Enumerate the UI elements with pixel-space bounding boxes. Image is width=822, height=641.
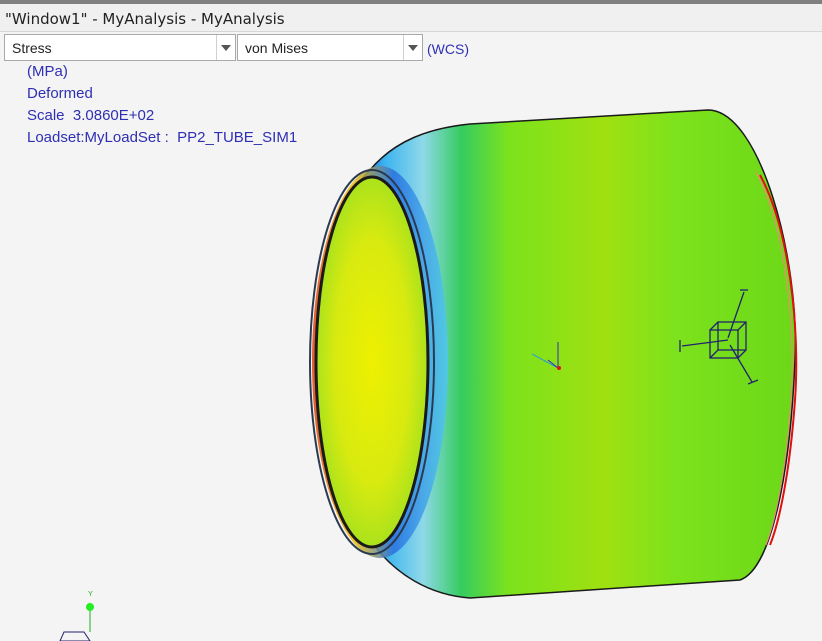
result-toolbar: Stress von Mises (WCS): [0, 34, 822, 62]
tube-inner-bore: [314, 175, 430, 549]
window-title: "Window1" - MyAnalysis - MyAnalysis: [5, 10, 285, 28]
constraint-cube-icon: [679, 289, 759, 385]
component-dropdown-button[interactable]: [403, 35, 422, 60]
triad-y-label: Y: [88, 591, 93, 598]
tube-right-rim: [759, 174, 798, 546]
model-viewport[interactable]: Y: [0, 0, 822, 641]
tube-opening-edge: [309, 169, 435, 555]
chevron-down-icon: [221, 45, 231, 51]
legend-loadset-row: Loadset:MyLoadSet : PP2_TUBE_SIM1: [27, 129, 297, 146]
tube-body: [317, 109, 797, 599]
legend-scale-row: Scale 3.0860E+02: [27, 107, 154, 124]
legend-display-mode: Deformed: [27, 85, 93, 102]
result-type-dropdown[interactable]: Stress: [4, 34, 236, 61]
legend-loadset-value: PP2_TUBE_SIM1: [177, 129, 298, 146]
component-value: von Mises: [245, 40, 309, 56]
result-type-value: Stress: [12, 40, 52, 56]
stress-ring-band: [312, 166, 448, 558]
tube-right-rim-inner: [755, 171, 793, 546]
component-dropdown[interactable]: von Mises: [237, 34, 423, 61]
legend-units: (MPa): [27, 63, 68, 80]
chevron-down-icon: [408, 45, 418, 51]
legend-loadset-label: Loadset:MyLoadSet :: [27, 129, 169, 146]
legend-scale-value: 3.0860E+02: [72, 107, 155, 124]
view-triad: [59, 603, 94, 641]
legend-scale-label: Scale: [27, 107, 65, 124]
coordinate-system-label: (WCS): [427, 41, 469, 57]
window-title-bar[interactable]: "Window1" - MyAnalysis - MyAnalysis: [0, 4, 822, 32]
result-type-dropdown-button[interactable]: [216, 35, 235, 60]
origin-marker: [531, 342, 561, 370]
